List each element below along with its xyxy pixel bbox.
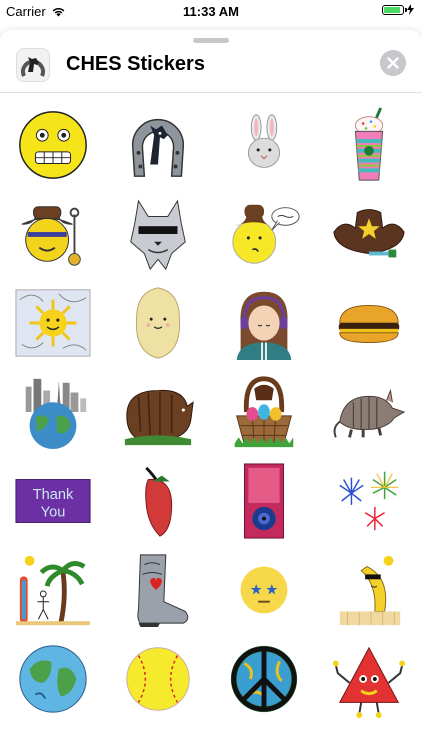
sticker-cell[interactable] xyxy=(211,545,317,634)
bear-sticker[interactable] xyxy=(119,373,197,451)
sticker-cell[interactable] xyxy=(317,456,422,545)
close-button[interactable] xyxy=(380,50,406,76)
triangle-monster-sticker[interactable] xyxy=(330,640,408,718)
sticker-cell[interactable] xyxy=(0,545,106,634)
battery-group xyxy=(382,4,414,15)
sticker-cell[interactable] xyxy=(211,456,317,545)
cool-wolf-sticker[interactable] xyxy=(119,195,197,273)
sheet-grabber[interactable] xyxy=(193,38,229,43)
sticker-cell[interactable] xyxy=(211,278,317,367)
sticker-cell[interactable] xyxy=(317,545,422,634)
sticker-cell[interactable]: Thank You xyxy=(0,456,106,545)
sticker-cell[interactable] xyxy=(0,367,106,456)
thank-you-sticker[interactable]: Thank You xyxy=(14,462,92,540)
sticker-cell[interactable] xyxy=(0,100,106,189)
chili-pepper-sticker[interactable] xyxy=(119,462,197,540)
thank-you-line2: You xyxy=(40,504,65,520)
hamburger-sticker[interactable] xyxy=(330,284,408,362)
sticker-cell[interactable] xyxy=(317,278,422,367)
potato-sticker[interactable] xyxy=(119,284,197,362)
cowboy-boot-sticker[interactable] xyxy=(119,551,197,629)
charging-bolt-icon xyxy=(407,4,414,15)
fireworks-sticker[interactable] xyxy=(330,462,408,540)
beach-palm-sticker[interactable] xyxy=(14,551,92,629)
sticker-cell[interactable] xyxy=(317,100,422,189)
sticker-cell[interactable] xyxy=(106,100,212,189)
sticker-cell[interactable] xyxy=(0,634,106,723)
sticker-grid: Thank You xyxy=(0,100,422,723)
sticker-cell[interactable] xyxy=(106,545,212,634)
horseshoe-horse-sticker[interactable] xyxy=(119,106,197,184)
sticker-cell[interactable] xyxy=(0,278,106,367)
sticker-cell[interactable] xyxy=(211,634,317,723)
sticker-cell[interactable] xyxy=(211,367,317,456)
peace-sign-sticker[interactable] xyxy=(225,640,303,718)
thinking-emoji-sticker[interactable] xyxy=(225,195,303,273)
sticker-cell[interactable] xyxy=(317,367,422,456)
sticker-cell[interactable] xyxy=(106,456,212,545)
banana-sticker[interactable] xyxy=(330,551,408,629)
softball-sticker[interactable] xyxy=(119,640,197,718)
status-bar: Carrier 11:33 AM xyxy=(0,0,422,22)
grimace-emoji-sticker[interactable] xyxy=(14,106,92,184)
sticker-cell[interactable] xyxy=(106,367,212,456)
horse-logo-icon xyxy=(16,48,50,82)
sticker-cell[interactable] xyxy=(106,189,212,278)
battery-icon xyxy=(382,4,407,15)
sun-sticker[interactable] xyxy=(14,284,92,362)
bunny-sticker[interactable] xyxy=(225,106,303,184)
easter-basket-sticker[interactable] xyxy=(225,373,303,451)
header-divider xyxy=(0,92,422,93)
armadillo-sticker[interactable] xyxy=(330,373,408,451)
sticker-cell[interactable] xyxy=(106,634,212,723)
sheet-header: CHES Stickers xyxy=(0,44,422,90)
girl-headphones-sticker[interactable] xyxy=(225,284,303,362)
battery-fill xyxy=(384,6,401,13)
thank-you-line1: Thank xyxy=(32,487,73,503)
earth-sticker[interactable] xyxy=(14,640,92,718)
cowboy-emoji-sticker[interactable] xyxy=(14,195,92,273)
close-icon xyxy=(387,57,399,69)
world-city-sticker[interactable] xyxy=(14,373,92,451)
sticker-sheet: CHES Stickers Thank You xyxy=(0,30,422,750)
frappuccino-sticker[interactable] xyxy=(330,106,408,184)
cowboy-hat-sticker[interactable] xyxy=(330,195,408,273)
phone-sticker[interactable] xyxy=(225,462,303,540)
app-title: CHES Stickers xyxy=(66,53,205,75)
star-eyes-emoji-sticker[interactable] xyxy=(225,551,303,629)
sticker-cell[interactable] xyxy=(317,189,422,278)
sticker-cell[interactable] xyxy=(211,189,317,278)
sticker-cell[interactable] xyxy=(0,189,106,278)
sticker-cell[interactable] xyxy=(211,100,317,189)
sticker-cell[interactable] xyxy=(317,634,422,723)
sticker-cell[interactable] xyxy=(106,278,212,367)
status-time: 11:33 AM xyxy=(183,4,239,19)
